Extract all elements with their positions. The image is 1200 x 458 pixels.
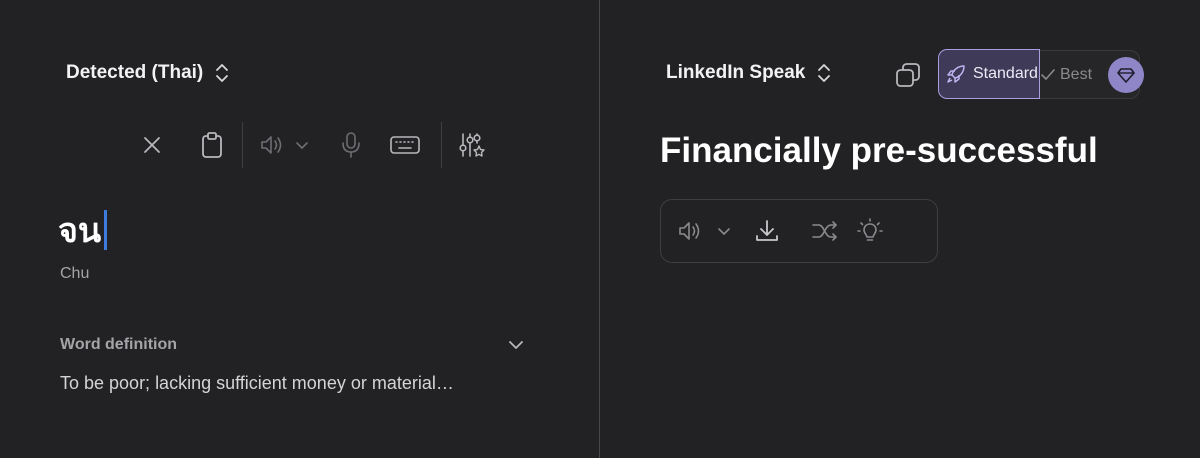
chevron-down-icon[interactable]	[506, 336, 526, 354]
explain-button[interactable]	[855, 211, 885, 251]
toolbar-divider	[242, 122, 243, 168]
word-definition-text: To be poor; lacking sufficient money or …	[60, 373, 454, 393]
shuffle-button[interactable]	[795, 211, 855, 251]
source-text-input[interactable]: จน	[58, 203, 108, 257]
microphone-button[interactable]	[333, 127, 369, 163]
settings-button[interactable]	[454, 127, 490, 163]
microphone-icon	[342, 132, 360, 158]
listen-translation-button[interactable]	[673, 211, 709, 251]
updown-chevron-icon	[216, 64, 229, 82]
updown-chevron-icon	[818, 64, 831, 82]
copy-button[interactable]	[891, 58, 925, 92]
source-language-label: Detected (Thai)	[66, 62, 204, 83]
download-button[interactable]	[739, 211, 795, 251]
pane-divider	[599, 0, 600, 458]
diamond-icon	[1117, 68, 1135, 83]
toolbar-divider	[441, 122, 442, 168]
check-icon	[1041, 68, 1055, 80]
speaker-icon	[679, 222, 700, 240]
voice-dropdown-button[interactable]	[291, 127, 313, 163]
translation-output: Financially pre-successful	[660, 131, 1098, 170]
shuffle-icon	[812, 221, 837, 241]
clear-button[interactable]	[134, 127, 170, 163]
text-caret	[104, 210, 108, 250]
mode-best-button[interactable]: Best	[1040, 50, 1092, 99]
transliteration: Chu	[60, 265, 90, 282]
download-icon	[756, 220, 778, 241]
target-language-label: LinkedIn Speak	[666, 62, 806, 83]
source-toolbar	[134, 120, 490, 170]
premium-button[interactable]	[1108, 57, 1144, 93]
keyboard-icon	[390, 136, 420, 154]
speaker-icon	[261, 136, 282, 154]
word-definition-title: Word definition	[60, 336, 178, 353]
paste-button[interactable]	[194, 127, 230, 163]
keyboard-button[interactable]	[381, 127, 429, 163]
voice-dropdown-button[interactable]	[709, 211, 739, 251]
rocket-icon	[947, 65, 965, 83]
source-text: จน	[58, 211, 102, 251]
copy-icon	[896, 63, 920, 87]
mode-standard-label: Standard	[973, 65, 1038, 82]
translation-toolbar	[660, 199, 938, 263]
chevron-down-icon	[718, 228, 730, 235]
clipboard-icon	[202, 132, 222, 158]
mode-best-label: Best	[1060, 65, 1093, 83]
target-language-selector[interactable]: LinkedIn Speak	[666, 62, 831, 84]
lightbulb-icon	[857, 218, 883, 241]
listen-button[interactable]	[255, 127, 291, 163]
sliders-sparkle-icon	[459, 133, 485, 157]
source-language-selector[interactable]: Detected (Thai)	[66, 62, 229, 84]
close-icon	[144, 137, 160, 153]
source-pane: Detected (Thai) จน Chu Word definition T…	[0, 0, 599, 458]
chevron-down-icon	[296, 142, 308, 149]
mode-standard-button[interactable]: Standard	[938, 49, 1040, 99]
